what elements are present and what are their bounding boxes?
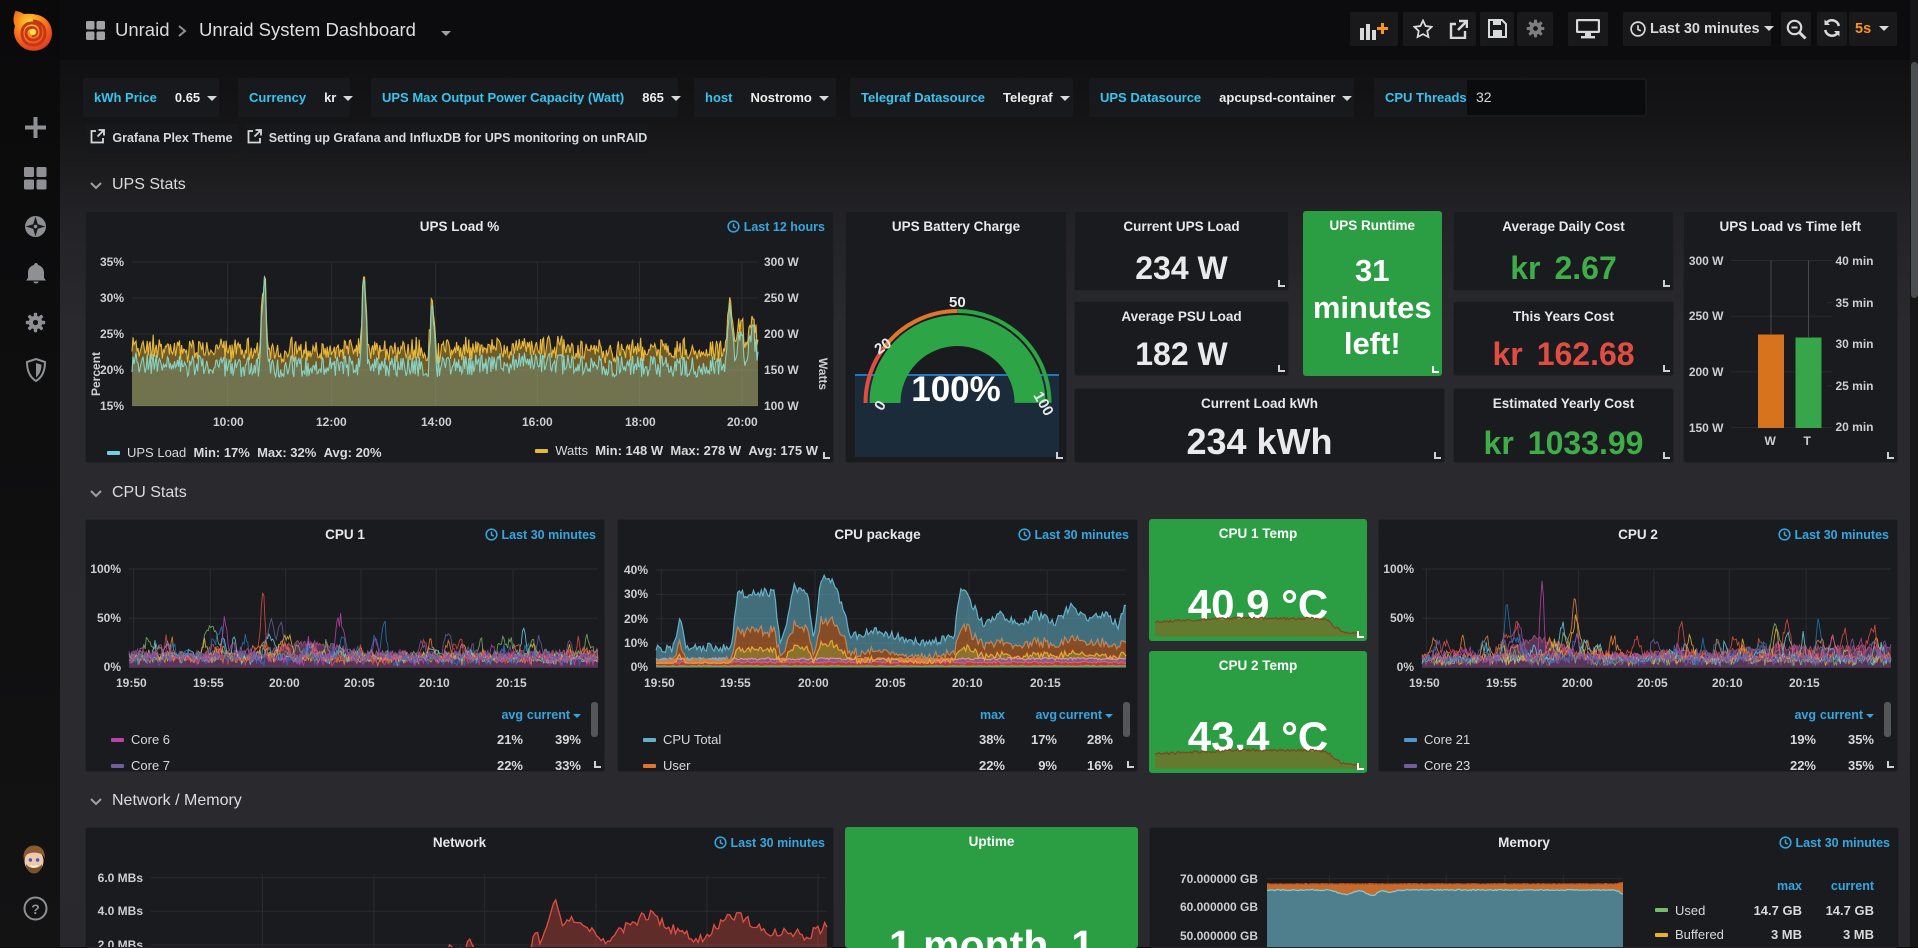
svg-text:?: ? <box>31 901 40 917</box>
svg-text:50: 50 <box>949 294 966 311</box>
